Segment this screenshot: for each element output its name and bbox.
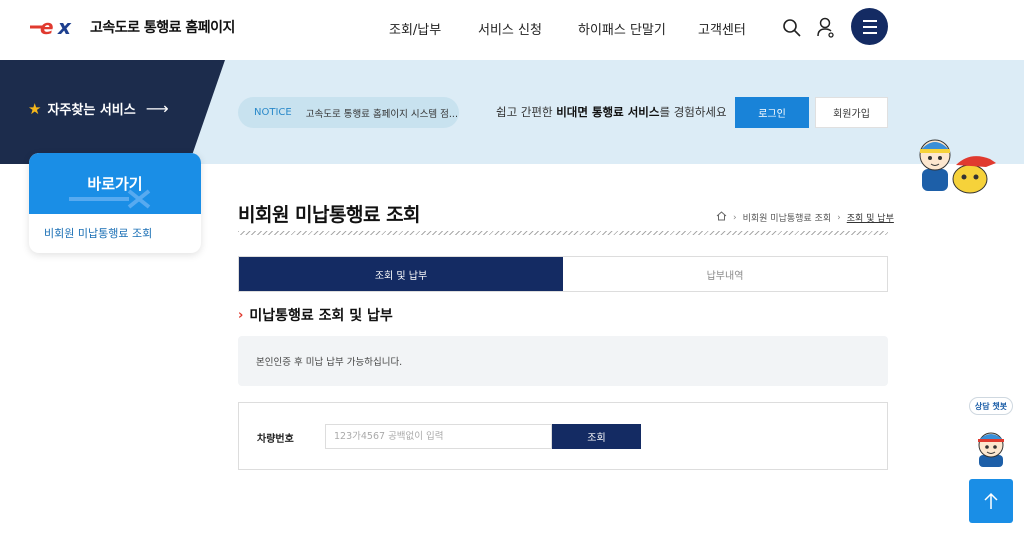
header: e x 고속도로 통행료 홈페이지 조회/납부 서비스 신청 하이패스 단말기 …: [0, 0, 1024, 60]
star-icon: ★: [28, 99, 42, 118]
svg-text:e: e: [40, 15, 54, 39]
page-title: 비회원 미납통행료 조회: [238, 204, 421, 226]
arrow-up-icon: [984, 492, 998, 509]
user-icon[interactable]: [816, 17, 836, 43]
site-title: 고속도로 통행료 홈페이지: [90, 20, 235, 36]
promo-pre: 쉽고 간편한: [496, 105, 557, 119]
search-icon[interactable]: [782, 18, 802, 42]
breadcrumb: › 비회원 미납통행료 조회 › 조회 및 납부: [716, 211, 894, 224]
ex-logo-icon: e x: [30, 15, 72, 39]
svg-text:x: x: [57, 15, 72, 39]
login-button[interactable]: 로그인: [735, 97, 809, 128]
menu-button[interactable]: [851, 8, 888, 45]
chatbot-label[interactable]: 상담 챗봇: [969, 397, 1013, 415]
scroll-top-button[interactable]: [969, 479, 1013, 523]
promo-text: 쉽고 간편한 비대면 통행료 서비스를 경험하세요: [496, 104, 727, 120]
join-button[interactable]: 회원가입: [815, 97, 888, 128]
menu-icon: [862, 18, 877, 36]
quick-links-deco: [69, 189, 151, 209]
arrow-right-icon: ⟶: [145, 99, 169, 118]
promo-bold: 비대면 통행료 서비스: [556, 105, 660, 119]
breadcrumb-current[interactable]: 조회 및 납부: [847, 211, 894, 224]
page: e x 고속도로 통행료 홈페이지 조회/납부 서비스 신청 하이패스 단말기 …: [0, 0, 1024, 540]
logo[interactable]: e x 고속도로 통행료 홈페이지: [28, 14, 235, 40]
nav-service-apply[interactable]: 서비스 신청: [478, 19, 542, 38]
frequent-services-label: 자주찾는 서비스: [47, 103, 136, 118]
mascot-illustration: [919, 139, 996, 194]
info-text: 본인인증 후 미납 납부 가능하십니다.: [256, 357, 403, 368]
section-title-text: 미납통행료 조회 및 납부: [249, 308, 393, 324]
promo-post: 를 경험하세요: [659, 105, 727, 119]
quick-link-nonmember-unpaid[interactable]: 비회원 미납통행료 조회: [29, 214, 201, 252]
breadcrumb-separator: ›: [733, 212, 737, 223]
vehicle-number-label: 차량번호: [257, 434, 294, 445]
frequent-services-link[interactable]: ★ 자주찾는 서비스 ⟶: [28, 99, 169, 118]
quick-links-panel: 바로가기 비회원 미납통행료 조회: [29, 153, 201, 253]
notice-label: NOTICE: [254, 107, 292, 118]
chevron-right-icon: ›: [238, 307, 244, 323]
breadcrumb-separator: ›: [837, 212, 841, 223]
nav-hipass-device[interactable]: 하이패스 단말기: [578, 19, 666, 38]
inquiry-button[interactable]: 조회: [552, 424, 641, 449]
info-box: 본인인증 후 미납 납부 가능하십니다.: [238, 336, 888, 386]
section-title: › 미납통행료 조회 및 납부: [238, 305, 393, 325]
tab-bar: 조회 및 납부 납부내역: [238, 256, 888, 292]
vehicle-number-input[interactable]: [325, 424, 552, 449]
tab-payment-history[interactable]: 납부내역: [563, 257, 887, 291]
title-divider: [238, 231, 888, 235]
home-icon[interactable]: [716, 211, 727, 224]
breadcrumb-item[interactable]: 비회원 미납통행료 조회: [743, 211, 832, 224]
nav-customer-center[interactable]: 고객센터: [698, 19, 746, 38]
chatbot-mascot[interactable]: [969, 425, 1013, 469]
nav-inquiry-payment[interactable]: 조회/납부: [389, 19, 441, 38]
quick-links-header: 바로가기: [29, 153, 201, 214]
notice-text[interactable]: 고속도로 통행료 홈페이지 시스템 점...: [306, 106, 458, 120]
notice-ticker[interactable]: NOTICE 고속도로 통행료 홈페이지 시스템 점...: [238, 97, 459, 128]
tab-inquiry-payment[interactable]: 조회 및 납부: [239, 257, 563, 291]
vehicle-search-form: 차량번호 조회: [238, 402, 888, 470]
